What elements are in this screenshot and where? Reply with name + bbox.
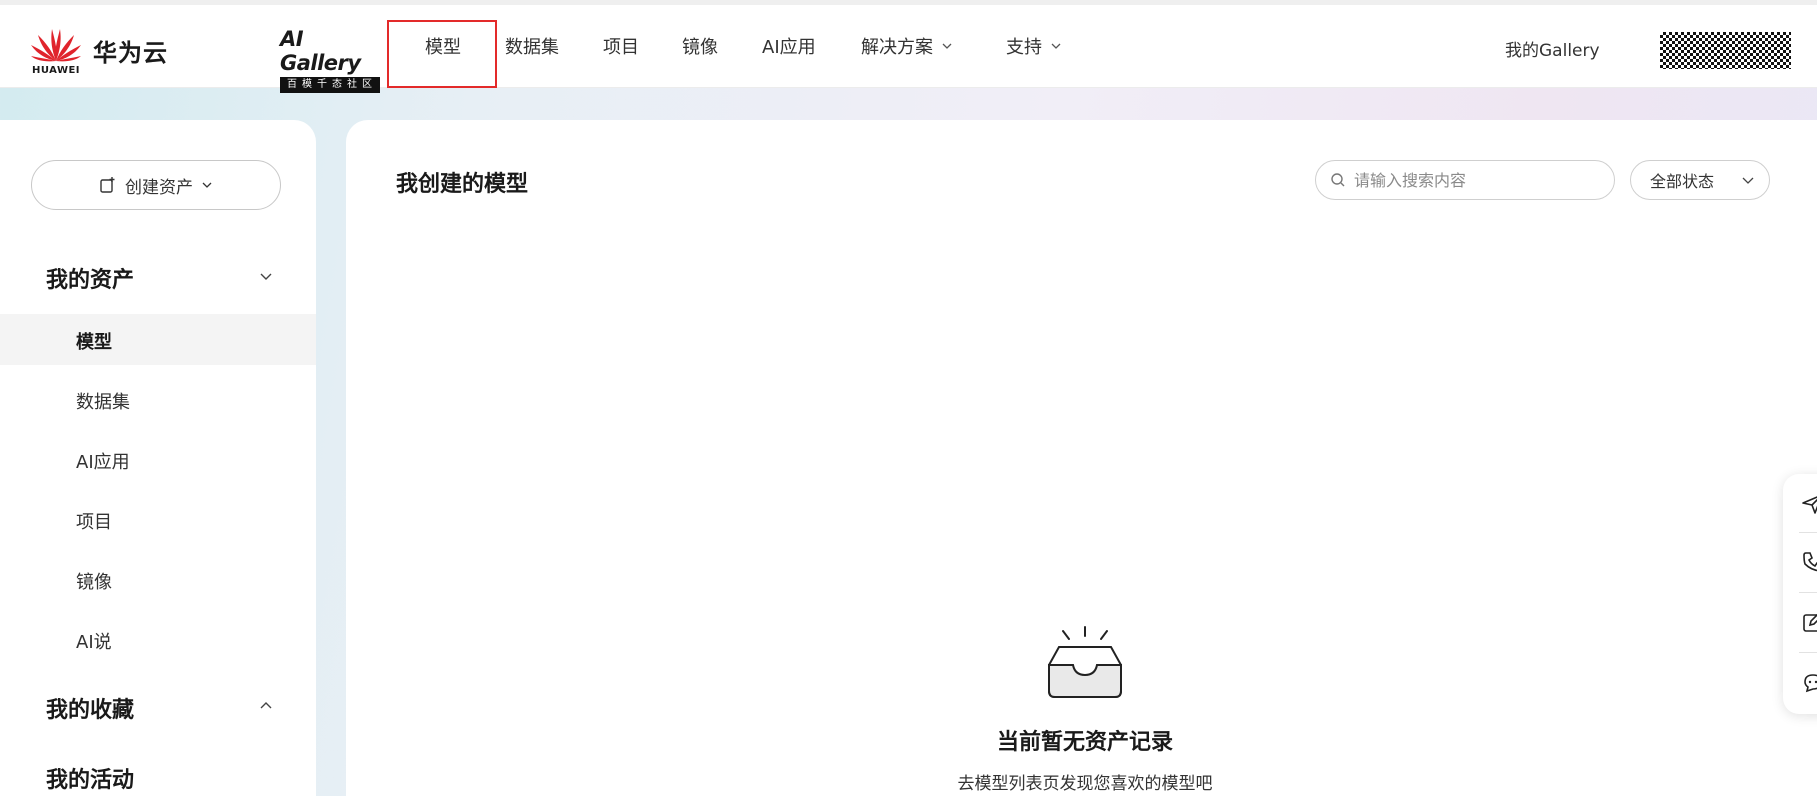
nav-item-label: 项目 bbox=[603, 37, 639, 58]
sidebar-group-my-activities[interactable]: 我的活动 bbox=[46, 762, 134, 794]
sidebar-group-my-assets[interactable]: 我的资产 bbox=[46, 262, 134, 294]
send-icon[interactable] bbox=[1801, 492, 1817, 516]
huawei-logo-text: HUAWEI bbox=[31, 65, 81, 76]
edit-icon[interactable] bbox=[1801, 610, 1817, 634]
status-filter-select[interactable]: 全部状态 bbox=[1630, 160, 1770, 200]
phone-icon[interactable] bbox=[1801, 550, 1817, 574]
toolbar-divider bbox=[1799, 652, 1817, 653]
main-panel: 我创建的模型 全部状态 当前暂无资产记录 去模型列表页发现您喜欢的模型吧 bbox=[346, 120, 1817, 796]
chat-icon[interactable] bbox=[1801, 670, 1817, 694]
sidebar-item-models[interactable]: 模型 bbox=[76, 328, 112, 354]
nav-item-images[interactable]: 镜像 bbox=[682, 33, 718, 59]
nav-item-projects[interactable]: 项目 bbox=[603, 33, 639, 59]
create-asset-icon bbox=[100, 177, 115, 193]
search-input[interactable] bbox=[1354, 170, 1594, 190]
create-asset-label: 创建资产 bbox=[125, 177, 193, 198]
nav-item-label: 镜像 bbox=[682, 37, 718, 58]
empty-state-title: 当前暂无资产记录 bbox=[996, 730, 1173, 755]
huawei-logo[interactable]: HUAWEI bbox=[30, 23, 82, 76]
user-avatar-placeholder[interactable] bbox=[1660, 32, 1791, 69]
sidebar: 创建资产 我的资产 模型 数据集 AI应用 项目 镜像 AI说 我的收藏 我的活… bbox=[0, 120, 316, 796]
sidebar-group-my-favorites[interactable]: 我的收藏 bbox=[46, 692, 134, 724]
chevron-down-icon bbox=[1051, 43, 1061, 49]
chevron-down-icon bbox=[1742, 177, 1754, 184]
top-header: HUAWEI 华为云 AI Gallery 百模千态社区 模型 数据集 项目 镜… bbox=[0, 5, 1817, 93]
chevron-up-icon[interactable] bbox=[258, 698, 274, 714]
sidebar-item-images[interactable]: 镜像 bbox=[76, 568, 112, 594]
sidebar-item-projects[interactable]: 项目 bbox=[76, 508, 112, 534]
nav-item-label: AI应用 bbox=[762, 37, 816, 58]
search-box[interactable] bbox=[1315, 160, 1615, 200]
nav-item-solutions[interactable]: 解决方案 bbox=[861, 33, 953, 59]
ai-gallery-subtitle: 百模千态社区 bbox=[280, 77, 380, 93]
chevron-down-icon[interactable] bbox=[258, 268, 274, 284]
my-gallery-link[interactable]: 我的Gallery bbox=[1505, 36, 1600, 61]
empty-state-subtitle: 去模型列表页发现您喜欢的模型吧 bbox=[957, 774, 1213, 794]
nav-item-label: 数据集 bbox=[505, 37, 559, 58]
sidebar-item-ai-apps[interactable]: AI应用 bbox=[76, 448, 130, 474]
toolbar-divider bbox=[1799, 532, 1817, 533]
nav-item-datasets[interactable]: 数据集 bbox=[505, 33, 559, 59]
chevron-down-icon bbox=[202, 182, 212, 188]
nav-item-support[interactable]: 支持 bbox=[1006, 33, 1062, 59]
huawei-flower-icon bbox=[31, 29, 81, 62]
nav-item-ai-apps[interactable]: AI应用 bbox=[762, 33, 816, 59]
sidebar-item-ai-talk[interactable]: AI说 bbox=[76, 628, 112, 654]
nav-highlight-box bbox=[387, 20, 497, 88]
ai-gallery-logo[interactable]: AI Gallery 百模千态社区 bbox=[280, 27, 382, 93]
empty-inbox-icon bbox=[1048, 626, 1122, 698]
status-filter-label: 全部状态 bbox=[1650, 172, 1715, 191]
sidebar-active-highlight bbox=[0, 314, 316, 365]
create-asset-button[interactable]: 创建资产 bbox=[31, 160, 281, 210]
page-title: 我创建的模型 bbox=[396, 172, 529, 197]
search-icon bbox=[1331, 173, 1345, 187]
brand-name[interactable]: 华为云 bbox=[93, 33, 168, 68]
sidebar-item-datasets[interactable]: 数据集 bbox=[76, 388, 130, 414]
toolbar-divider bbox=[1799, 592, 1817, 593]
ai-gallery-title: AI Gallery bbox=[280, 27, 361, 75]
nav-item-label: 解决方案 bbox=[861, 37, 933, 58]
chevron-down-icon bbox=[942, 43, 952, 49]
floating-toolbar bbox=[1783, 474, 1817, 714]
nav-item-label: 支持 bbox=[1006, 37, 1042, 58]
